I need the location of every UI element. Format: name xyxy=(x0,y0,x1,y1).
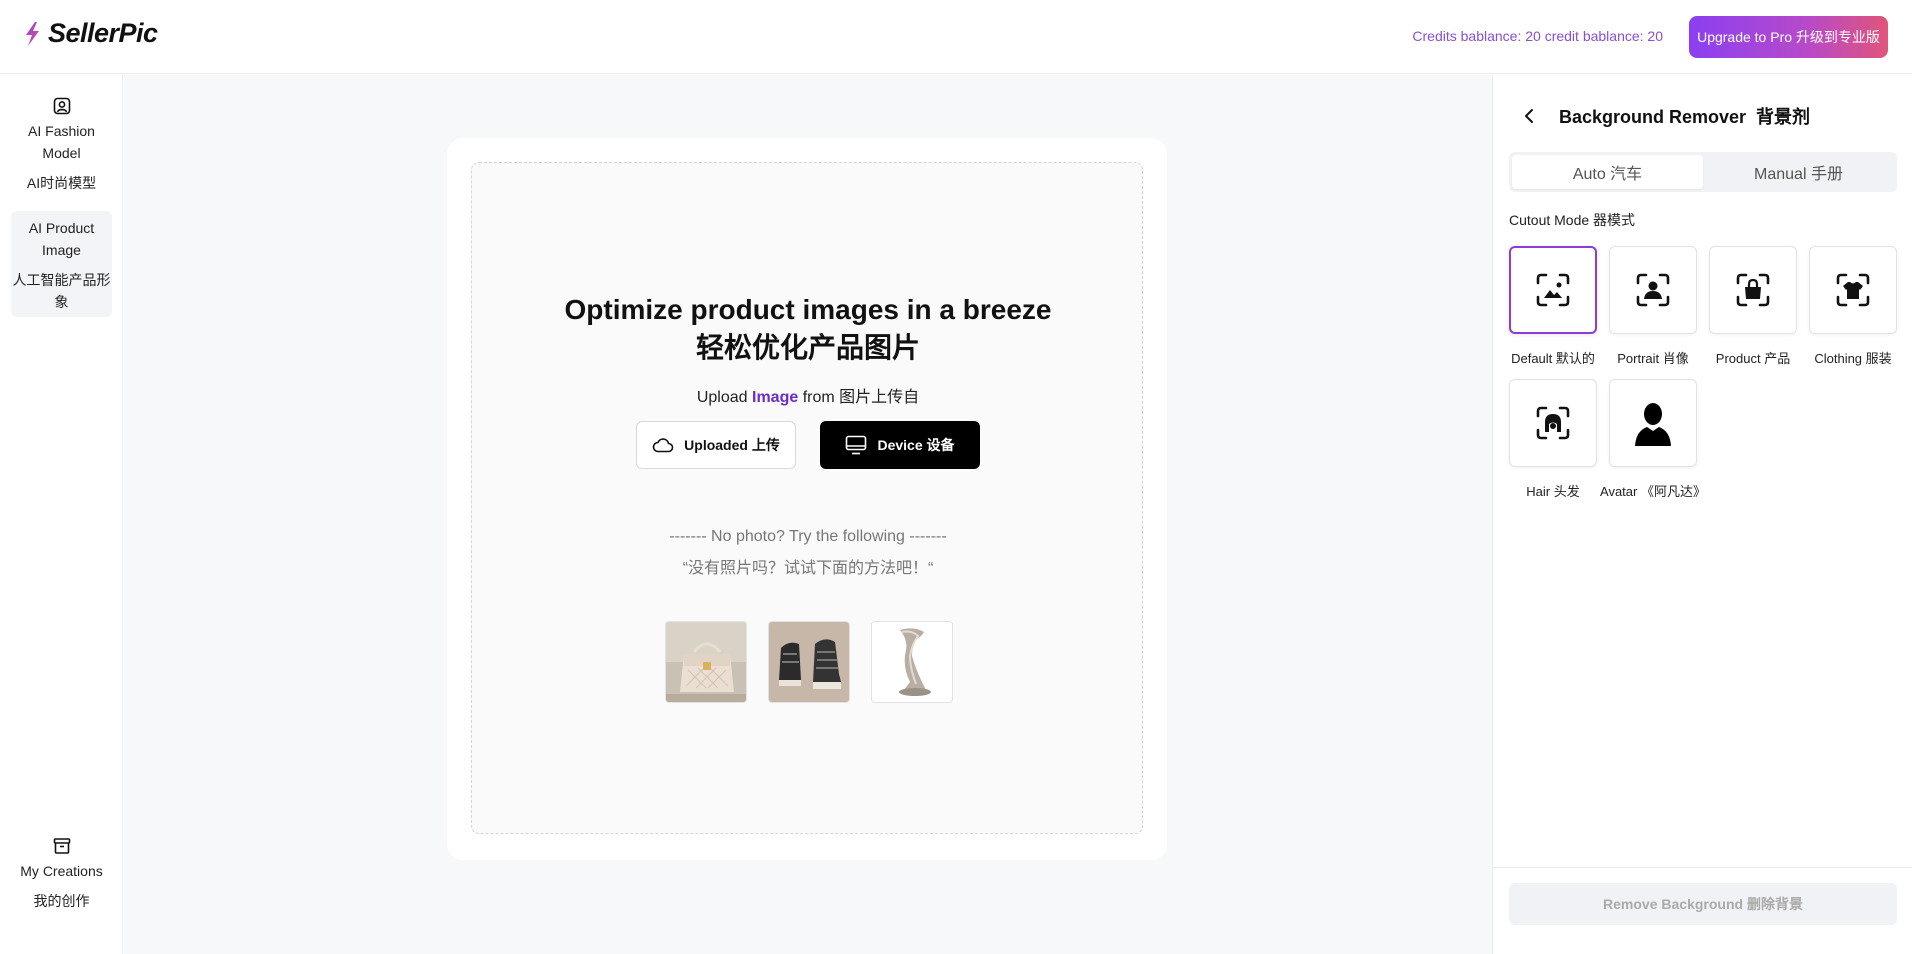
sidebar-item-label: My Creations xyxy=(20,863,103,879)
left-sidebar: AI Fashion Model AI时尚模型 AI Product Image… xyxy=(0,74,123,954)
scan-image-icon xyxy=(1536,273,1570,307)
mode-default-label: Default 默认的 xyxy=(1511,351,1595,366)
sidebar-item-sublabel: 人工智能产品形象 xyxy=(12,272,111,310)
faucet-image xyxy=(872,622,952,702)
right-panel: Background Remover 背景剂 Auto 汽车 Manual 手册… xyxy=(1492,75,1912,954)
cutout-mode-grid: Default 默认的 Portrait 肖像 Product 产品 Cloth… xyxy=(1509,246,1909,506)
scan-hair-icon xyxy=(1536,406,1570,440)
main-workspace: Optimize product images in a breeze 轻松优化… xyxy=(124,75,1492,954)
device-button-label: Device 设备 xyxy=(877,437,955,453)
mode-hair-box xyxy=(1509,379,1597,467)
mode-clothing[interactable]: Clothing 服装 xyxy=(1809,246,1897,367)
sample-handbag[interactable] xyxy=(665,621,747,703)
sidebar-item-sublabel: 我的创作 xyxy=(33,893,90,909)
scan-bag-icon xyxy=(1736,273,1770,307)
uploaded-button[interactable]: Uploaded 上传 xyxy=(636,421,796,469)
mode-product-label: Product 产品 xyxy=(1715,351,1791,366)
sidebar-item-label: AI Product Image xyxy=(28,220,95,258)
mode-default[interactable]: Default 默认的 xyxy=(1509,246,1597,367)
scan-shirt-icon xyxy=(1836,273,1870,307)
archive-box-icon xyxy=(53,838,70,854)
credits-balance: Credits bablance: 20 credit bablance: 20 xyxy=(1412,28,1663,44)
logo[interactable]: SellerPic xyxy=(22,18,158,49)
logo-text: SellerPic xyxy=(48,18,158,48)
sidebar-item-label: AI Fashion Model xyxy=(28,123,95,161)
upload-headline: Optimize product images in a breeze 轻松优化… xyxy=(472,291,1144,367)
mode-portrait-label: Portrait 肖像 xyxy=(1617,351,1689,366)
sidebar-item-ai-product-image[interactable]: AI Product Image 人工智能产品形象 xyxy=(11,211,112,317)
panel-title: Background Remover 背景剂 xyxy=(1559,107,1811,127)
mode-clothing-box xyxy=(1809,246,1897,334)
mode-avatar-label: Avatar 《阿凡达》 xyxy=(1600,484,1706,499)
upload-card: Optimize product images in a breeze 轻松优化… xyxy=(447,138,1167,860)
uploaded-button-label: Uploaded 上传 xyxy=(684,437,780,453)
mode-default-box xyxy=(1509,246,1597,334)
upload-instruction: Upload Image from 图片上传自 xyxy=(472,383,1144,407)
sample-sneaker[interactable] xyxy=(768,621,850,703)
mode-hair-label: Hair 头发 xyxy=(1526,484,1580,499)
sidebar-item-my-creations[interactable]: My Creations 我的创作 xyxy=(11,836,112,912)
upload-suffix: from 图片上传自 xyxy=(802,389,920,406)
handbag-image xyxy=(666,622,746,702)
mode-avatar[interactable]: Avatar 《阿凡达》 xyxy=(1600,379,1706,500)
headline-en: Optimize product images in a breeze xyxy=(564,294,1052,325)
upgrade-button[interactable]: Upgrade to Pro 升级到专业版 xyxy=(1689,16,1888,58)
scan-portrait-icon xyxy=(1636,273,1670,307)
back-button[interactable] xyxy=(1517,104,1541,128)
sidebar-item-sublabel: AI时尚模型 xyxy=(26,175,97,191)
chevron-left-icon xyxy=(1525,109,1533,123)
avatar-silhouette-icon xyxy=(1635,403,1671,446)
upload-highlight: Image xyxy=(752,389,799,406)
top-header: SellerPic Credits bablance: 20 credit ba… xyxy=(0,0,1912,74)
panel-header: Background Remover 背景剂 xyxy=(1517,103,1810,129)
sample-images xyxy=(665,621,953,703)
mode-product[interactable]: Product 产品 xyxy=(1709,246,1797,367)
user-portrait-icon xyxy=(53,97,70,115)
image-dropzone[interactable]: Optimize product images in a breeze 轻松优化… xyxy=(471,162,1143,834)
tab-auto[interactable]: Auto 汽车 xyxy=(1512,155,1703,189)
mode-portrait-box xyxy=(1609,246,1697,334)
cloud-icon xyxy=(652,438,674,453)
mode-segmented-control: Auto 汽车 Manual 手册 xyxy=(1509,152,1897,192)
mode-portrait[interactable]: Portrait 肖像 xyxy=(1609,246,1697,367)
remove-background-button[interactable]: Remove Background 删除背景 xyxy=(1509,883,1897,925)
sidebar-item-ai-fashion-model[interactable]: AI Fashion Model AI时尚模型 xyxy=(11,96,112,194)
monitor-icon xyxy=(846,435,867,455)
headline-zh: 轻松优化产品图片 xyxy=(695,332,920,363)
sneaker-image xyxy=(769,622,849,702)
mode-product-box xyxy=(1709,246,1797,334)
device-button[interactable]: Device 设备 xyxy=(820,421,980,469)
mode-avatar-box xyxy=(1609,379,1697,467)
mode-clothing-label: Clothing 服装 xyxy=(1814,351,1892,366)
no-photo-hint: ------- No photo? Try the following ----… xyxy=(472,521,1144,585)
panel-footer: Remove Background 删除背景 xyxy=(1493,867,1912,954)
logo-bolt-icon xyxy=(26,21,39,46)
upload-button-row: Uploaded 上传 Device 设备 xyxy=(636,421,980,469)
sample-faucet[interactable] xyxy=(871,621,953,703)
mode-hair[interactable]: Hair 头发 xyxy=(1509,379,1597,500)
tab-manual[interactable]: Manual 手册 xyxy=(1703,155,1894,189)
upload-prefix: Upload xyxy=(696,389,748,406)
no-photo-hint-en: ------- No photo? Try the following ----… xyxy=(669,528,947,545)
no-photo-hint-zh: “没有照片吗？试试下面的方法吧！“ xyxy=(682,560,934,577)
cutout-mode-label: Cutout Mode 器模式 xyxy=(1509,212,1636,228)
